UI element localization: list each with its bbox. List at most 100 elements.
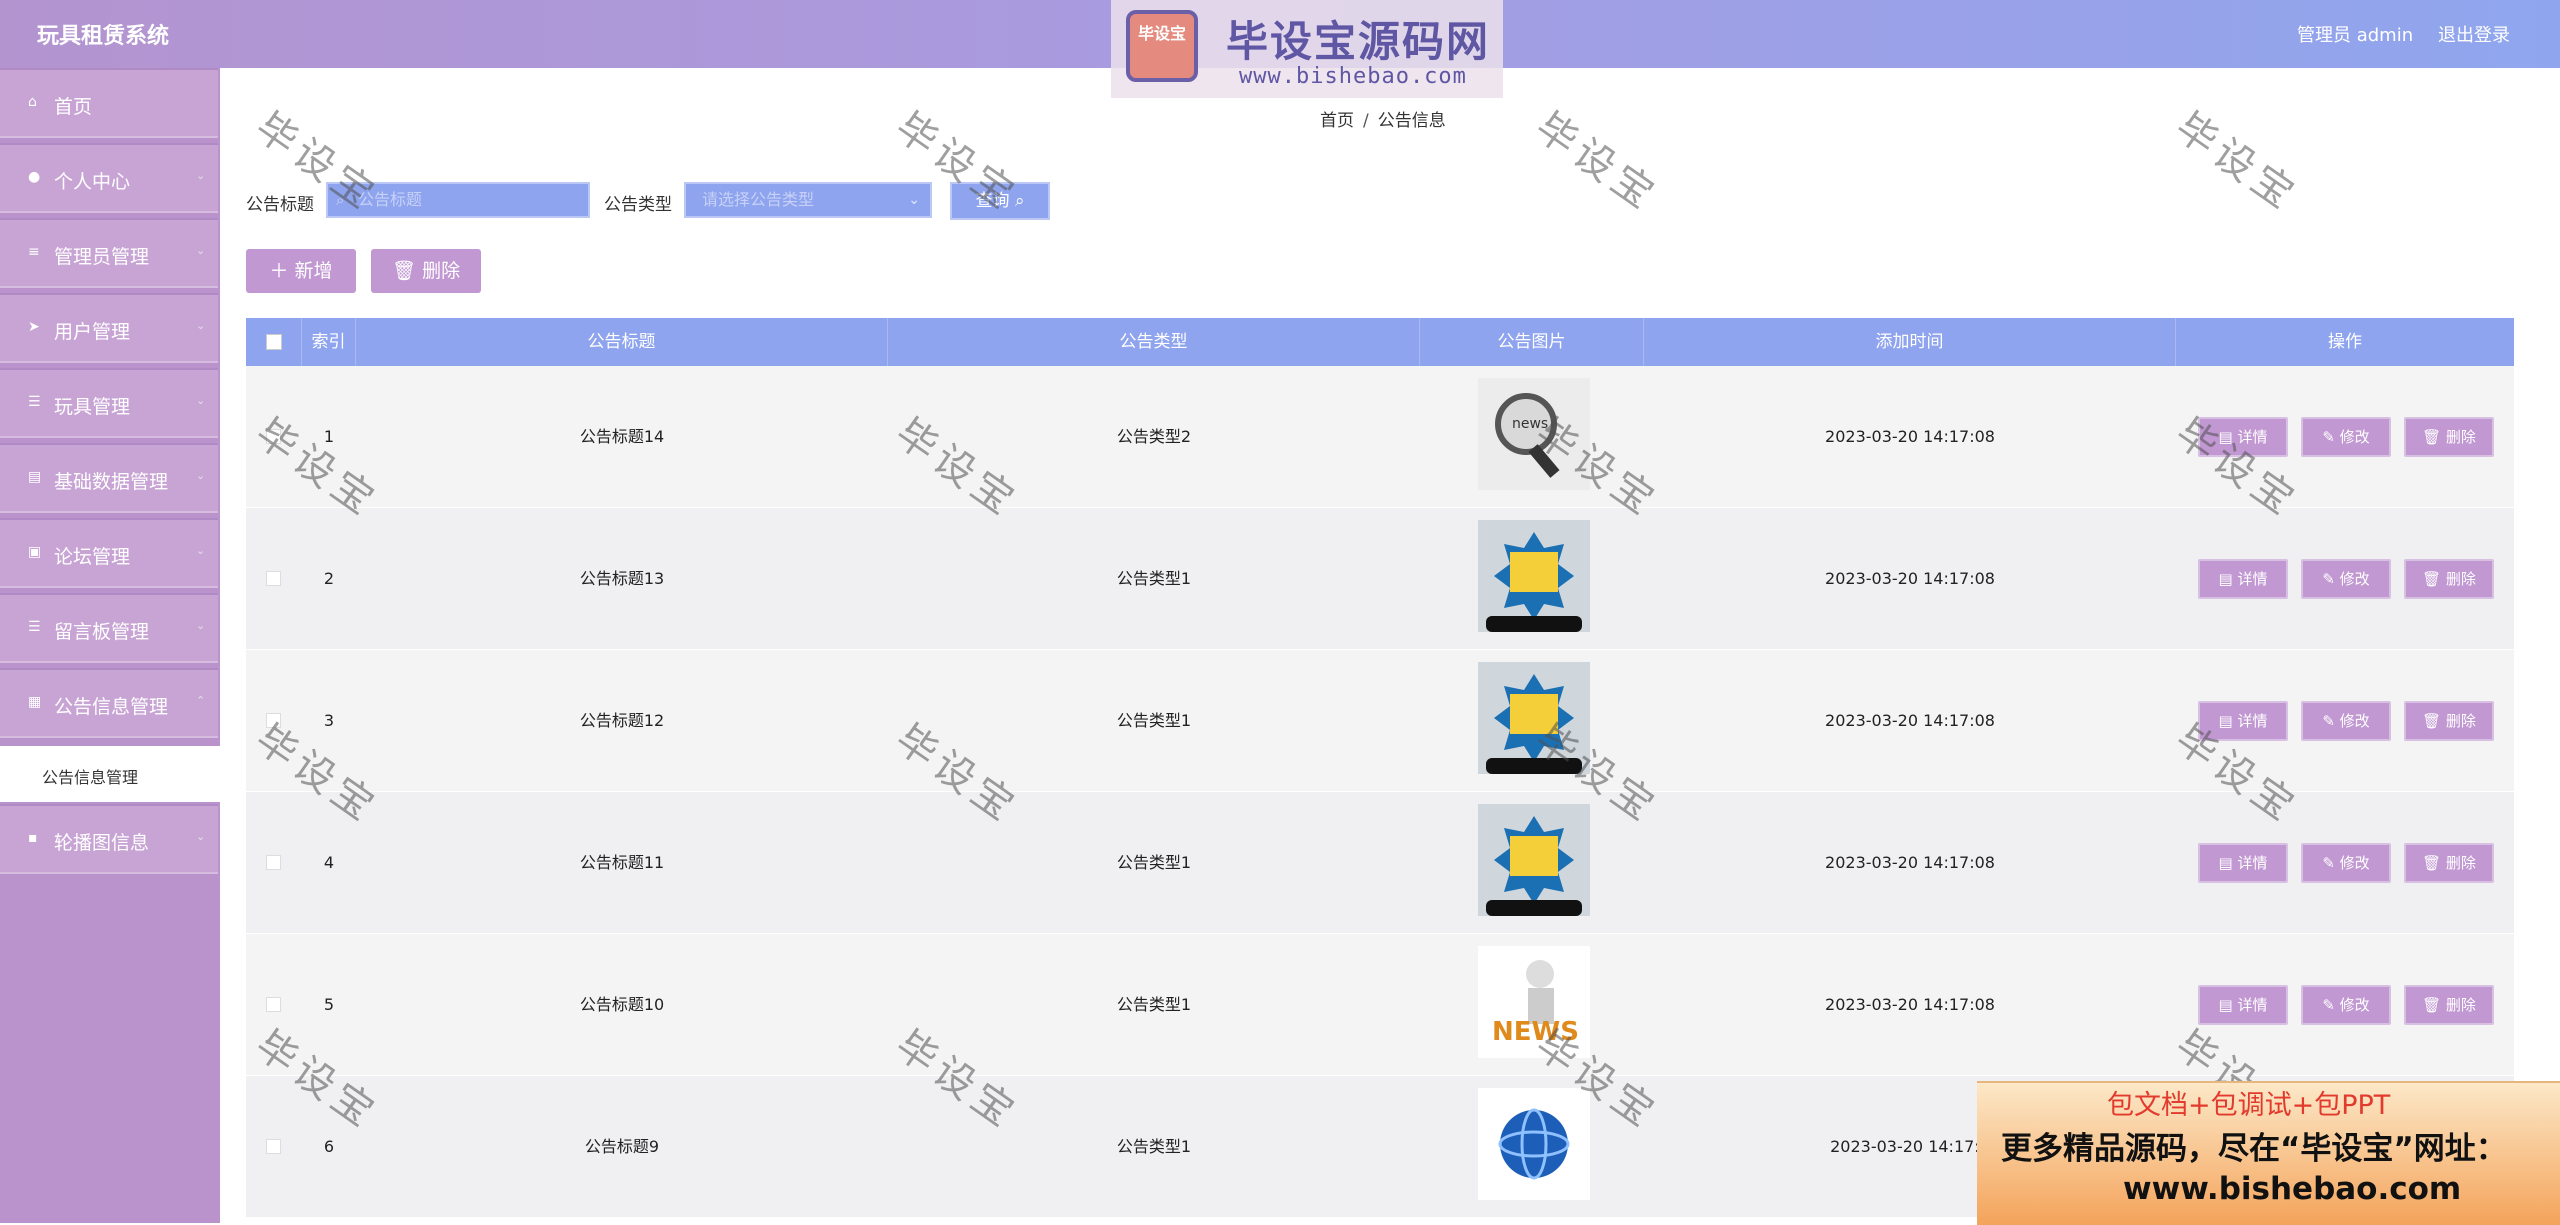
notice-title-label: 公告标题 <box>246 195 314 215</box>
trash-icon: 🗑 <box>2422 996 2442 1014</box>
breadcrumb-separator: / <box>1363 111 1369 131</box>
delete-button[interactable]: 🗑 删除 <box>2404 417 2494 457</box>
breaking-news-phone-image <box>1478 804 1590 916</box>
detail-button[interactable]: ▤ 详情 <box>2198 559 2288 599</box>
sidebar-subitem-notices[interactable]: 公告信息管理 <box>0 746 220 802</box>
delete-button[interactable]: 🗑 删除 <box>2404 701 2494 741</box>
delete-button[interactable]: 🗑 删除 <box>2404 843 2494 883</box>
trash-icon: 🗑 <box>2422 854 2442 872</box>
edit-button[interactable]: ✎ 修改 <box>2301 417 2391 457</box>
table-row: 5 公告标题10 公告类型1 NEWS 2023-03-20 14:17:08 … <box>246 934 2514 1076</box>
row-checkbox[interactable] <box>266 571 281 586</box>
chevron-down-icon: ⌄ <box>196 169 206 182</box>
logo-url: www.bishebao.com <box>1239 64 1467 89</box>
promo-banner[interactable]: 包文档+包调试+包PPT 更多精品源码，尽在“毕设宝”网址： www.bishe… <box>1977 1081 2560 1225</box>
document-icon: ▤ <box>2218 996 2233 1014</box>
sidebar-item-carousel[interactable]: ▪ 轮播图信息 ⌄ <box>0 804 218 874</box>
breadcrumb: 首页 / 公告信息 <box>1320 106 1446 131</box>
detail-button[interactable]: ▤ 详情 <box>2198 843 2288 883</box>
search-icon: ⌕ <box>1014 191 1025 211</box>
header-time: 添加时间 <box>1644 318 2176 366</box>
query-button[interactable]: 查询 ⌕ <box>950 182 1050 220</box>
table-header: 索引 公告标题 公告类型 公告图片 添加时间 操作 <box>246 318 2514 366</box>
chevron-down-icon: ⌄ <box>196 544 206 557</box>
header-actions: 操作 <box>2328 332 2362 352</box>
promo-line-3: www.bishebao.com <box>2123 1171 2462 1207</box>
select-all-checkbox[interactable] <box>266 334 282 350</box>
edit-button[interactable]: ✎ 修改 <box>2301 985 2391 1025</box>
logout-link[interactable]: 退出登录 <box>2438 21 2510 47</box>
detail-button[interactable]: ▤ 详情 <box>2198 985 2288 1025</box>
edit-button[interactable]: ✎ 修改 <box>2301 843 2391 883</box>
sidebar-item-admins[interactable]: ≡ 管理员管理 ⌄ <box>0 218 218 288</box>
notice-type-select[interactable]: 请选择公告类型 ⌄ <box>684 182 932 218</box>
search-icon: ⌕ <box>336 191 345 209</box>
watermark-text: 毕设宝 <box>2166 103 2307 221</box>
sidebar-item-toys[interactable]: ☰ 玩具管理 ⌄ <box>0 368 218 438</box>
sidebar: ⌂ 首页 ● 个人中心 ⌄ ≡ 管理员管理 ⌄ ➤ 用户管理 ⌄ ☰ 玩具管理 … <box>0 68 220 1223</box>
document-icon: ▤ <box>2218 712 2233 730</box>
row-checkbox[interactable] <box>266 855 281 870</box>
menu-icon: ☰ <box>28 619 41 635</box>
chevron-down-icon: ⌄ <box>196 244 206 257</box>
delete-button[interactable]: 🗑 删除 <box>2404 559 2494 599</box>
site-logo-watermark: 毕设宝 毕设宝源码网 www.bishebao.com <box>1111 0 1503 98</box>
table-row: 4 公告标题11 公告类型1 2023-03-20 14:17:08 ▤ 详情 … <box>246 792 2514 934</box>
send-icon: ➤ <box>28 319 40 335</box>
header-image: 公告图片 <box>1420 318 1644 366</box>
edit-button[interactable]: ✎ 修改 <box>2301 559 2391 599</box>
notice-title-input[interactable]: ⌕ 公告标题 <box>326 182 590 218</box>
chevron-down-icon: ⌄ <box>196 830 206 843</box>
sliders-icon: ≡ <box>28 244 40 260</box>
breadcrumb-home[interactable]: 首页 <box>1320 111 1354 131</box>
chevron-down-icon: ⌄ <box>196 319 206 332</box>
row-checkbox[interactable] <box>266 713 281 728</box>
chevron-down-icon: ⌄ <box>196 619 206 632</box>
notebook-icon: ▤ <box>28 469 42 485</box>
chevron-down-icon: ⌄ <box>196 394 206 407</box>
chevron-down-icon: ⌄ <box>196 469 206 482</box>
logo-badge-icon: 毕设宝 <box>1126 10 1198 82</box>
header-title: 公告标题 <box>356 318 888 366</box>
add-button[interactable]: ＋ 新增 <box>246 249 356 293</box>
pencil-icon: ✎ <box>2322 428 2335 446</box>
document-icon: ▤ <box>2218 570 2233 588</box>
breaking-news-phone-image <box>1478 520 1590 632</box>
promo-line-1: 包文档+包调试+包PPT <box>2107 1090 2391 1121</box>
sidebar-item-messageboard[interactable]: ☰ 留言板管理 ⌄ <box>0 593 218 663</box>
pencil-icon: ✎ <box>2322 996 2335 1014</box>
sidebar-item-profile[interactable]: ● 个人中心 ⌄ <box>0 143 218 213</box>
delete-button[interactable]: 🗑 删除 <box>2404 985 2494 1025</box>
table-row: 3 公告标题12 公告类型1 2023-03-20 14:17:08 ▤ 详情 … <box>246 650 2514 792</box>
list-icon: ☰ <box>28 394 41 410</box>
document-icon: ▤ <box>2218 854 2233 872</box>
pencil-icon: ✎ <box>2322 570 2335 588</box>
logo-name: 毕设宝源码网 <box>1226 17 1491 66</box>
sidebar-item-notices[interactable]: ▦ 公告信息管理 ⌃ <box>0 668 218 738</box>
table-row: 1 公告标题14 公告类型2 news 2023-03-20 14:17:08 … <box>246 366 2514 508</box>
breadcrumb-current: 公告信息 <box>1377 111 1446 131</box>
home-icon: ⌂ <box>28 94 37 110</box>
edit-button[interactable]: ✎ 修改 <box>2301 701 2391 741</box>
news-figure-image: NEWS <box>1478 946 1590 1058</box>
header-index: 索引 <box>302 318 356 366</box>
trash-icon: 🗑 <box>391 260 417 282</box>
row-checkbox[interactable] <box>266 997 281 1012</box>
batch-delete-button[interactable]: 🗑 删除 <box>371 249 481 293</box>
plus-icon: ＋ <box>269 260 289 282</box>
sidebar-item-home[interactable]: ⌂ 首页 <box>0 68 218 138</box>
detail-button[interactable]: ▤ 详情 <box>2198 701 2288 741</box>
row-checkbox[interactable] <box>266 429 281 444</box>
sidebar-item-users[interactable]: ➤ 用户管理 ⌄ <box>0 293 218 363</box>
breaking-news-phone-image <box>1478 662 1590 774</box>
sidebar-item-basedata[interactable]: ▤ 基础数据管理 ⌄ <box>0 443 218 513</box>
row-checkbox[interactable] <box>266 1139 281 1154</box>
promo-line-2: 更多精品源码，尽在“毕设宝”网址： <box>2001 1131 2507 1167</box>
trash-icon: 🗑 <box>2422 712 2442 730</box>
header-type: 公告类型 <box>888 318 1420 366</box>
admin-user-label: 管理员 admin <box>2297 25 2414 46</box>
detail-button[interactable]: ▤ 详情 <box>2198 417 2288 457</box>
svg-text:news: news <box>1512 416 1548 432</box>
table-row: 2 公告标题13 公告类型1 2023-03-20 14:17:08 ▤ 详情 … <box>246 508 2514 650</box>
sidebar-item-forum[interactable]: ▣ 论坛管理 ⌄ <box>0 518 218 588</box>
